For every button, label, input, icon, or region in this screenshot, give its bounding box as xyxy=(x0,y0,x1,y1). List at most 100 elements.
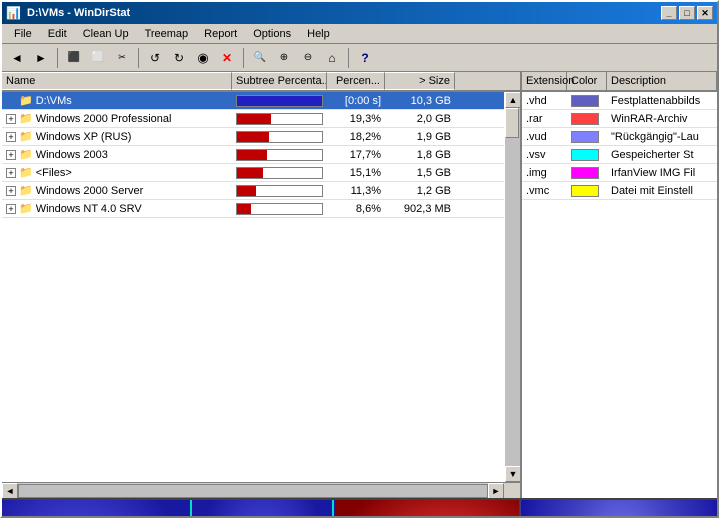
treemap-area[interactable] xyxy=(2,498,717,518)
expand-btn-3[interactable]: + xyxy=(6,150,16,160)
expand-btn-5[interactable]: + xyxy=(6,186,16,196)
pct-4: 15,1% xyxy=(350,167,381,179)
h-scroll-track[interactable] xyxy=(18,484,488,498)
close-button[interactable]: ✕ xyxy=(697,6,713,20)
maximize-button[interactable]: □ xyxy=(679,6,695,20)
folder-icon: 📁 xyxy=(19,184,33,197)
pct-2: 18,2% xyxy=(350,131,381,143)
pct-3: 17,7% xyxy=(350,149,381,161)
toolbar-forward[interactable]: ► xyxy=(30,47,52,69)
toolbar-help[interactable]: ? xyxy=(354,47,376,69)
table-row[interactable]: + 📁 Windows NT 4.0 SRV 8,6% xyxy=(2,200,504,218)
ext-row[interactable]: .vhd Festplattenabbilds xyxy=(522,92,717,110)
ext-col-color[interactable]: Color xyxy=(567,72,607,90)
cell-name-6: + 📁 Windows NT 4.0 SRV xyxy=(2,202,232,215)
ext-name-4: .img xyxy=(522,167,567,179)
col-header-percent[interactable]: Percen... xyxy=(327,72,385,90)
menu-treemap[interactable]: Treemap xyxy=(137,26,197,42)
toolbar-redo[interactable]: ↻ xyxy=(168,47,190,69)
cell-size-0: 10,3 GB xyxy=(385,95,455,107)
toolbar-paste[interactable]: ⬜ xyxy=(87,47,109,69)
scroll-up-button[interactable]: ▲ xyxy=(505,92,520,108)
main-content: Name Subtree Percenta... Percen... > Siz… xyxy=(2,72,717,498)
col-header-subtree[interactable]: Subtree Percenta... xyxy=(232,72,327,90)
cell-size-2: 1,9 GB xyxy=(385,131,455,143)
cell-subtree-5 xyxy=(232,185,327,197)
ext-col-ext[interactable]: Extension xyxy=(522,72,567,90)
scroll-down-button[interactable]: ▼ xyxy=(505,466,520,482)
ext-row[interactable]: .vsv Gespeicherter St xyxy=(522,146,717,164)
ext-header: Extension Color Description xyxy=(522,72,717,92)
h-scroll-track-container[interactable] xyxy=(18,483,488,498)
expand-btn-1[interactable]: + xyxy=(6,114,16,124)
tm-block-win2000pro[interactable] xyxy=(2,500,192,518)
cell-percent-1: 19,3% xyxy=(327,113,385,125)
cell-name-3: + 📁 Windows 2003 xyxy=(2,148,232,161)
tm-block-right[interactable] xyxy=(336,500,521,518)
menu-help[interactable]: Help xyxy=(299,26,338,42)
tm-block-red1[interactable] xyxy=(336,500,519,518)
horizontal-scrollbar-row: ◄ ► xyxy=(2,482,520,498)
table-row[interactable]: + 📁 Windows 2000 Professional 19,3% xyxy=(2,110,504,128)
scroll-left-button[interactable]: ◄ xyxy=(2,483,18,499)
bar-fill-1 xyxy=(237,114,271,124)
expand-btn-2[interactable]: + xyxy=(6,132,16,142)
cell-size-5: 1,2 GB xyxy=(385,185,455,197)
minimize-button[interactable]: _ xyxy=(661,6,677,20)
scroll-track[interactable] xyxy=(505,108,520,466)
table-row[interactable]: + 📁 Windows XP (RUS) 18,2% xyxy=(2,128,504,146)
table-row[interactable]: + 📁 Windows 2003 17,7% xyxy=(2,146,504,164)
toolbar-home[interactable]: ⌂ xyxy=(321,47,343,69)
toolbar-copy[interactable]: ⬛ xyxy=(63,47,85,69)
vertical-scrollbar: ▲ ▼ xyxy=(504,92,520,482)
menu-file[interactable]: File xyxy=(6,26,40,42)
toolbar-refresh[interactable]: ◉ xyxy=(192,47,214,69)
table-row[interactable]: 📁 D:\VMs [0:00 s] 10,3 GB xyxy=(2,92,504,110)
toolbar-stop[interactable]: ✕ xyxy=(216,47,238,69)
col-header-size[interactable]: > Size xyxy=(385,72,455,90)
bar-fill-3 xyxy=(237,150,267,160)
scroll-thumb[interactable] xyxy=(505,108,519,138)
toolbar-zoom-out[interactable]: ⊖ xyxy=(297,47,319,69)
menu-cleanup[interactable]: Clean Up xyxy=(75,26,137,42)
ext-col-desc[interactable]: Description xyxy=(607,72,717,90)
ext-color-2 xyxy=(567,131,607,143)
ext-row[interactable]: .vud "Rückgängig"-Lau xyxy=(522,128,717,146)
ext-color-4 xyxy=(567,167,607,179)
toolbar-undo[interactable]: ↺ xyxy=(144,47,166,69)
col-header-name[interactable]: Name xyxy=(2,72,232,90)
toolbar-sep3 xyxy=(243,48,244,68)
menu-edit[interactable]: Edit xyxy=(40,26,75,42)
expand-btn-4[interactable]: + xyxy=(6,168,16,178)
menu-bar: File Edit Clean Up Treemap Report Option… xyxy=(2,24,717,44)
cell-subtree-6 xyxy=(232,203,327,215)
cell-size-4: 1,5 GB xyxy=(385,167,455,179)
menu-options[interactable]: Options xyxy=(245,26,299,42)
tm-block-mid[interactable] xyxy=(194,500,334,518)
color-swatch-2 xyxy=(571,131,599,143)
app-window: 📊 D:\VMs - WinDirStat _ □ ✕ File Edit Cl… xyxy=(0,0,719,518)
ext-name-1: .rar xyxy=(522,113,567,125)
menu-report[interactable]: Report xyxy=(196,26,245,42)
toolbar-cut[interactable]: ✂ xyxy=(111,47,133,69)
scroll-corner xyxy=(504,483,520,499)
bar-fill-6 xyxy=(237,204,251,214)
ext-desc-3: Gespeicherter St xyxy=(607,149,717,161)
toolbar-back[interactable]: ◄ xyxy=(6,47,28,69)
ext-row[interactable]: .vmc Datei mit Einstell xyxy=(522,182,717,200)
cell-subtree-1 xyxy=(232,113,327,125)
size-4: 1,5 GB xyxy=(417,167,451,179)
ext-color-0 xyxy=(567,95,607,107)
folder-icon: 📁 xyxy=(19,130,33,143)
toolbar-zoom-fit[interactable]: ⊕ xyxy=(273,47,295,69)
ext-row[interactable]: .rar WinRAR-Archiv xyxy=(522,110,717,128)
ext-row[interactable]: .img IrfanView IMG Fil xyxy=(522,164,717,182)
tm-block-far-right[interactable] xyxy=(522,500,717,518)
toolbar-zoom-in[interactable]: 🔍 xyxy=(249,47,271,69)
table-row[interactable]: + 📁 <Files> 15,1% xyxy=(2,164,504,182)
expand-btn-6[interactable]: + xyxy=(6,204,16,214)
cell-name-2: + 📁 Windows XP (RUS) xyxy=(2,130,232,143)
scroll-right-button[interactable]: ► xyxy=(488,483,504,499)
table-row[interactable]: + 📁 Windows 2000 Server 11,3% xyxy=(2,182,504,200)
row-name-2: Windows XP (RUS) xyxy=(36,131,132,143)
